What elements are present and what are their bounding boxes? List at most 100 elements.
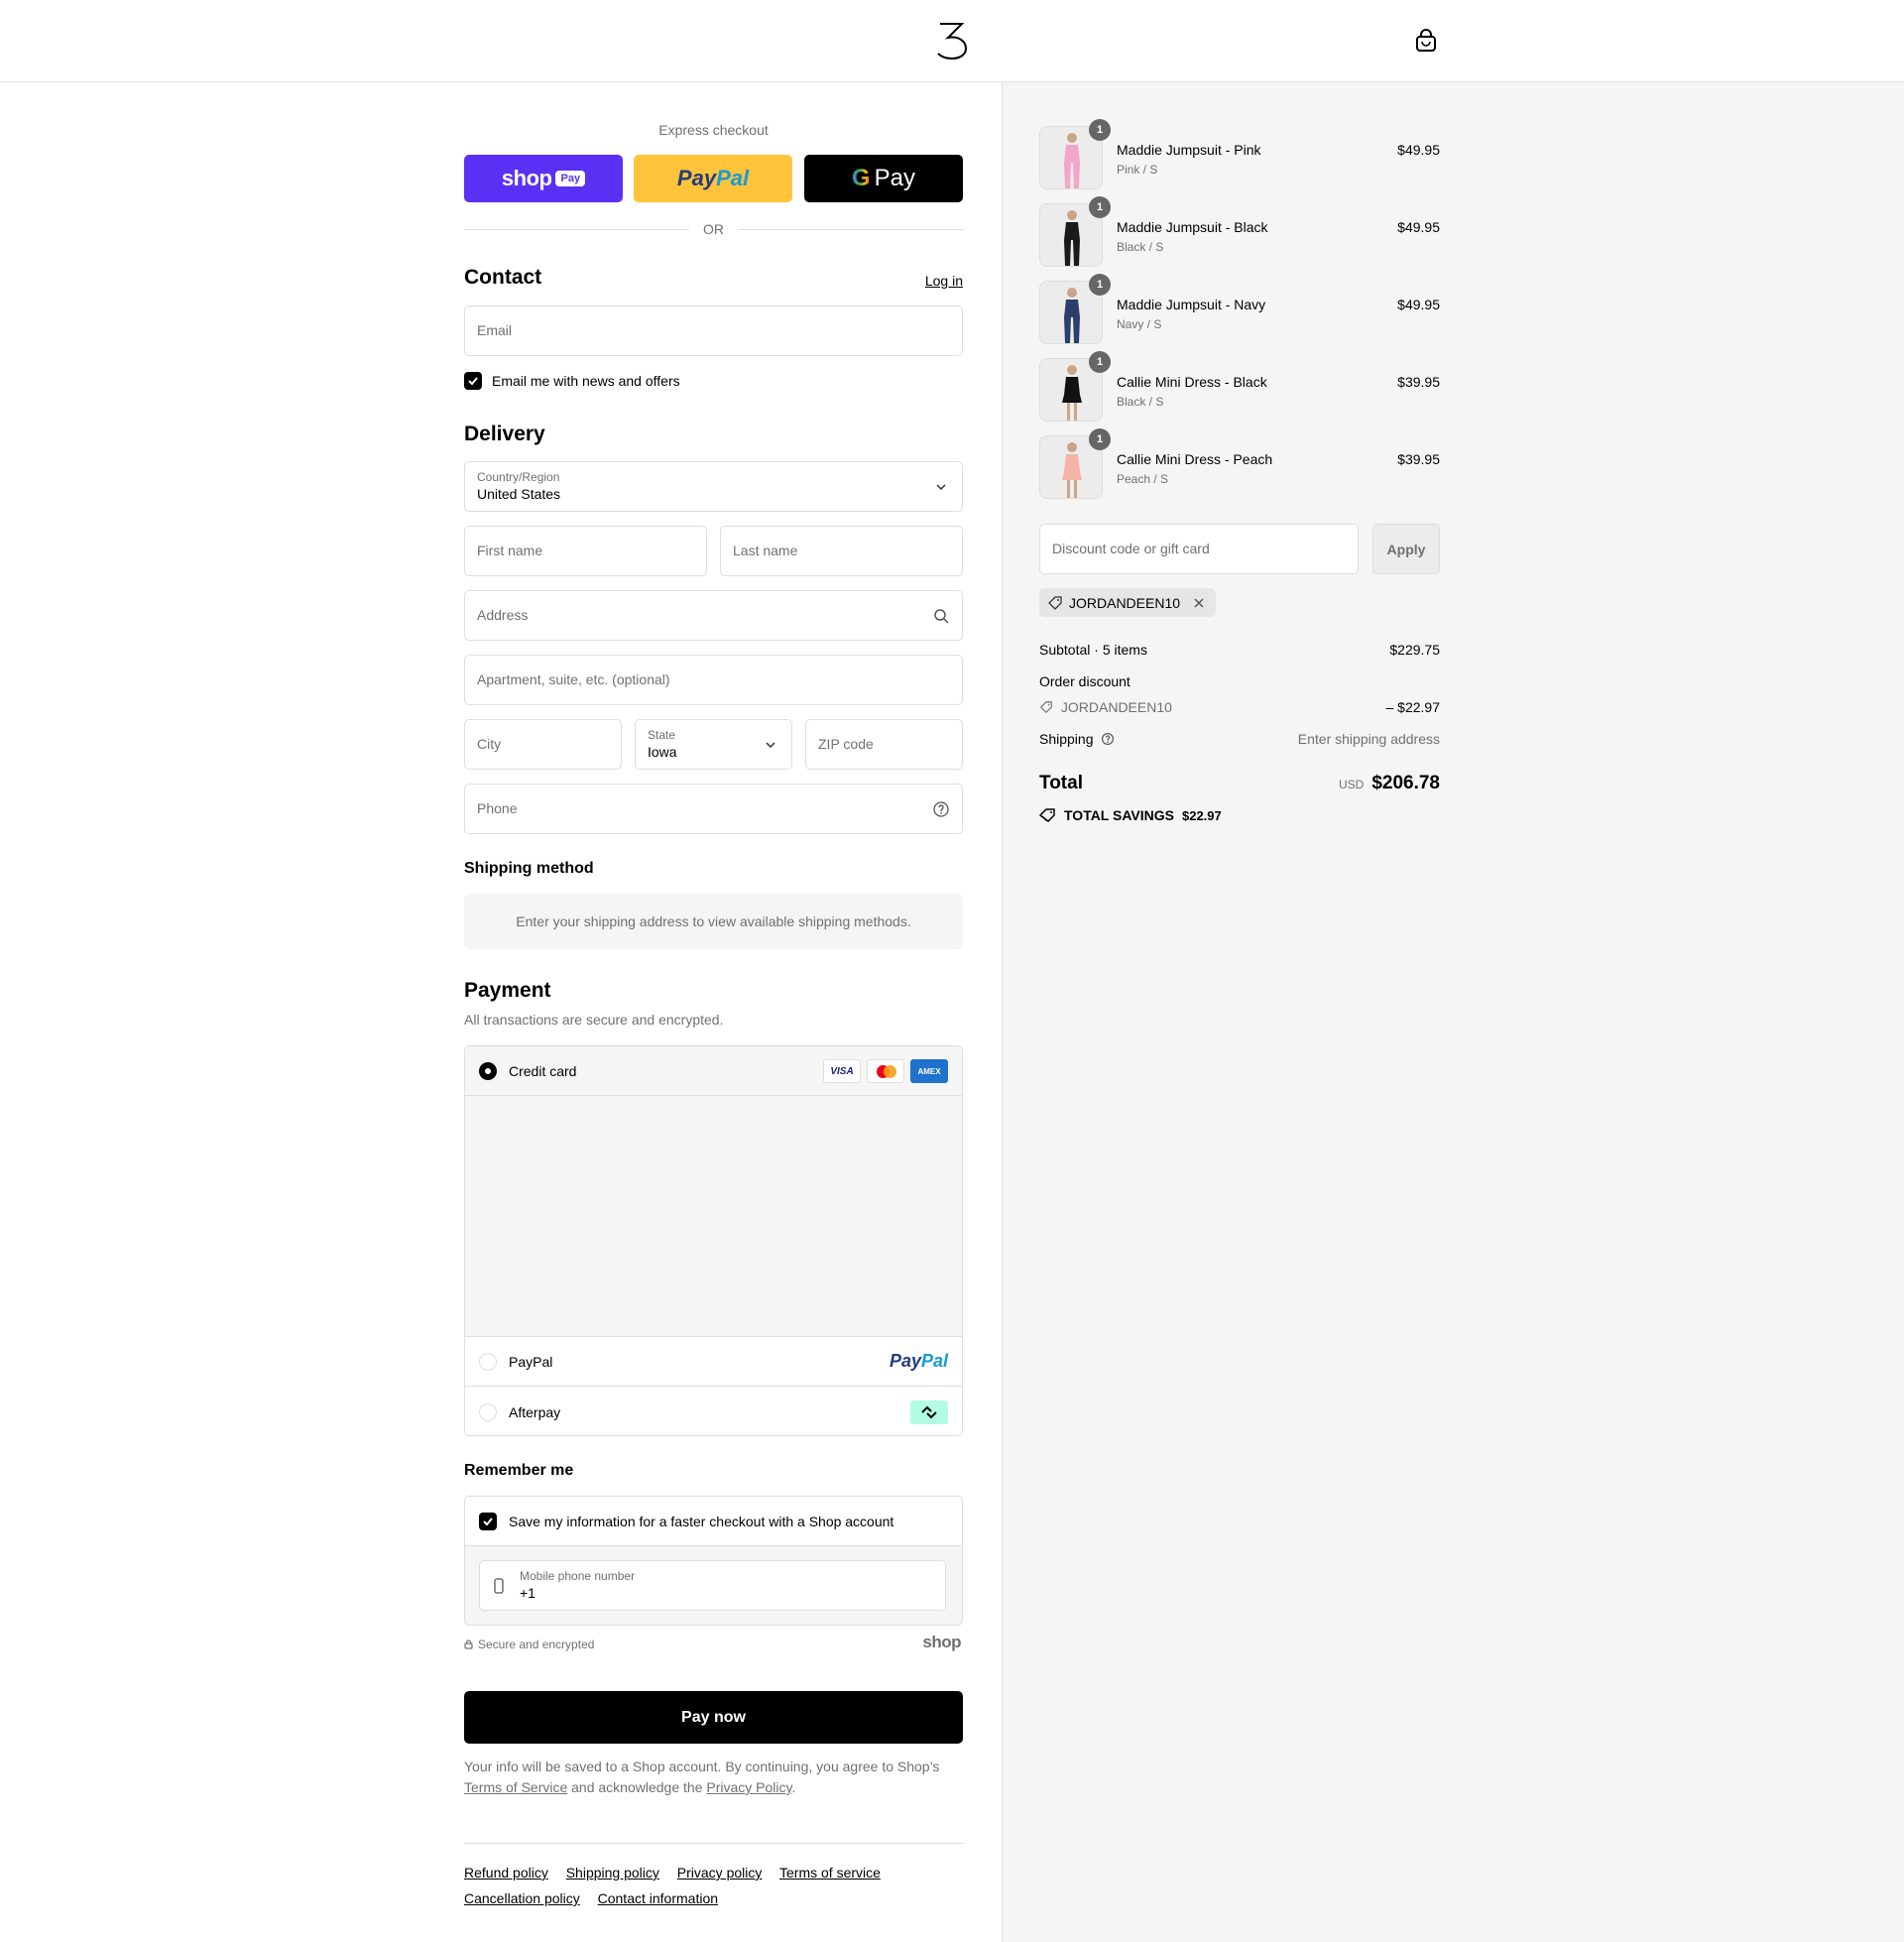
- currency-code: USD: [1338, 778, 1365, 791]
- google-g-icon: G: [851, 165, 871, 191]
- shipping-policy-link[interactable]: Shipping policy: [566, 1865, 659, 1881]
- cart-item: 1 Callie Mini Dress - Black Black / S $3…: [1039, 351, 1440, 424]
- checkmark-icon: [468, 377, 478, 386]
- total-savings-row: TOTAL SAVINGS $22.97: [1039, 807, 1440, 823]
- credit-card-radio[interactable]: [479, 1061, 497, 1080]
- paypal-express-button[interactable]: Pay Pal: [634, 155, 792, 202]
- phone-placeholder: Phone: [477, 800, 518, 816]
- header: [0, 0, 1904, 82]
- credit-card-option[interactable]: Credit card VISA AMEX: [465, 1046, 962, 1096]
- item-name: Maddie Jumpsuit - Navy: [1117, 297, 1266, 312]
- country-select[interactable]: Country/Region United States: [464, 461, 963, 512]
- apartment-placeholder: Apartment, suite, etc. (optional): [477, 671, 670, 687]
- gpay-label: Pay: [874, 165, 916, 191]
- city-field[interactable]: City: [464, 719, 622, 770]
- cart-item: 1 Maddie Jumpsuit - Navy Navy / S $49.95: [1039, 274, 1440, 346]
- item-variant: Black / S: [1117, 240, 1164, 254]
- shipping-row: Shipping Enter shipping address: [1039, 731, 1440, 747]
- privacy-policy-link[interactable]: Privacy Policy: [706, 1779, 791, 1795]
- tag-icon: [1039, 701, 1052, 714]
- total-amount: USD $206.78: [1339, 773, 1440, 794]
- address-placeholder: Address: [477, 607, 529, 623]
- discount-value: – $22.97: [1385, 699, 1441, 715]
- afterpay-radio[interactable]: [479, 1403, 497, 1421]
- email-field[interactable]: Email: [464, 305, 963, 356]
- item-price: $49.95: [1397, 297, 1440, 312]
- paypal-radio[interactable]: [479, 1352, 497, 1371]
- discount-placeholder: Discount code or gift card: [1052, 541, 1210, 556]
- chevron-down-icon: [766, 742, 775, 749]
- lock-icon: [464, 1639, 473, 1649]
- first-name-field[interactable]: First name: [464, 526, 707, 576]
- state-label: State: [648, 728, 676, 742]
- country-label: Country/Region: [477, 470, 560, 484]
- discount-code-field[interactable]: Discount code or gift card: [1039, 524, 1359, 574]
- terms-of-service-footer-link[interactable]: Terms of service: [779, 1865, 881, 1881]
- total-value: $206.78: [1371, 773, 1440, 793]
- apply-button[interactable]: Apply: [1372, 524, 1440, 574]
- help-circle-icon[interactable]: [1101, 732, 1115, 746]
- item-name: Maddie Jumpsuit - Pink: [1117, 142, 1261, 158]
- last-name-field[interactable]: Last name: [720, 526, 963, 576]
- brand-logo[interactable]: [936, 22, 968, 60]
- save-info-label: Save my information for a faster checkou…: [509, 1513, 894, 1529]
- savings-label: TOTAL SAVINGS: [1064, 807, 1174, 823]
- login-link[interactable]: Log in: [925, 273, 963, 289]
- quantity-badge: 1: [1089, 351, 1111, 373]
- zip-placeholder: ZIP code: [818, 736, 874, 752]
- mobile-phone-value: +1: [520, 1585, 536, 1601]
- afterpay-label: Afterpay: [509, 1404, 561, 1420]
- phone-field[interactable]: Phone: [464, 784, 963, 834]
- news-checkbox[interactable]: [464, 372, 482, 390]
- savings-value: $22.97: [1181, 807, 1222, 823]
- afterpay-option[interactable]: Afterpay: [465, 1388, 962, 1435]
- google-pay-button[interactable]: G Pay: [804, 155, 963, 202]
- mobile-phone-field[interactable]: Mobile phone number +1: [479, 1560, 946, 1611]
- total-label: Total: [1039, 773, 1083, 793]
- address-field[interactable]: Address: [464, 590, 963, 641]
- mastercard-icon: [867, 1059, 904, 1083]
- item-price: $39.95: [1397, 374, 1440, 390]
- payment-title: Payment: [464, 979, 551, 1002]
- mobile-phone-icon: [494, 1578, 504, 1594]
- apartment-field[interactable]: Apartment, suite, etc. (optional): [464, 655, 963, 705]
- first-name-placeholder: First name: [477, 543, 543, 558]
- item-price: $49.95: [1397, 219, 1440, 235]
- save-info-option[interactable]: Save my information for a faster checkou…: [465, 1497, 962, 1546]
- total-row: Total USD $206.78: [1039, 773, 1440, 798]
- refund-policy-link[interactable]: Refund policy: [464, 1865, 548, 1881]
- amex-icon: AMEX: [910, 1059, 948, 1083]
- remember-title: Remember me: [464, 1462, 574, 1479]
- shipping-method-notice: Enter your shipping address to view avai…: [464, 894, 963, 949]
- close-icon[interactable]: [1192, 596, 1206, 610]
- shop-pay-button[interactable]: shop Pay: [464, 155, 623, 202]
- credit-card-label: Credit card: [509, 1062, 577, 1079]
- privacy-policy-footer-link[interactable]: Privacy policy: [677, 1865, 763, 1881]
- applied-discount-tag: JORDANDEEN10: [1039, 588, 1217, 617]
- news-opt-in[interactable]: Email me with news and offers: [464, 372, 680, 390]
- or-label: OR: [703, 221, 724, 237]
- cancellation-policy-link[interactable]: Cancellation policy: [464, 1890, 580, 1906]
- state-select[interactable]: State Iowa: [635, 719, 792, 770]
- pay-now-button[interactable]: Pay now: [464, 1691, 963, 1744]
- footer-divider: [464, 1843, 963, 1844]
- quantity-badge: 1: [1089, 428, 1111, 450]
- item-variant: Peach / S: [1117, 472, 1169, 486]
- cart-item: 1 Maddie Jumpsuit - Black Black / S $49.…: [1039, 196, 1440, 269]
- zip-field[interactable]: ZIP code: [805, 719, 963, 770]
- contact-information-link[interactable]: Contact information: [598, 1890, 718, 1906]
- country-value: United States: [477, 486, 561, 502]
- email-placeholder: Email: [477, 322, 513, 338]
- paypal-option[interactable]: PayPal PayPal: [465, 1337, 962, 1387]
- item-variant: Pink / S: [1117, 163, 1158, 177]
- shopping-bag-icon[interactable]: [1415, 29, 1437, 53]
- express-checkout-title: Express checkout: [658, 122, 769, 138]
- save-info-checkbox[interactable]: [479, 1512, 497, 1530]
- terms-of-service-link[interactable]: Terms of Service: [464, 1779, 567, 1795]
- paypal-logo-pay: Pay: [676, 166, 717, 190]
- shipping-label: Shipping: [1039, 731, 1094, 747]
- payment-subtitle: All transactions are secure and encrypte…: [464, 1012, 724, 1028]
- or-divider: OR: [464, 221, 963, 237]
- quantity-badge: 1: [1089, 196, 1111, 218]
- help-circle-icon[interactable]: [932, 800, 950, 818]
